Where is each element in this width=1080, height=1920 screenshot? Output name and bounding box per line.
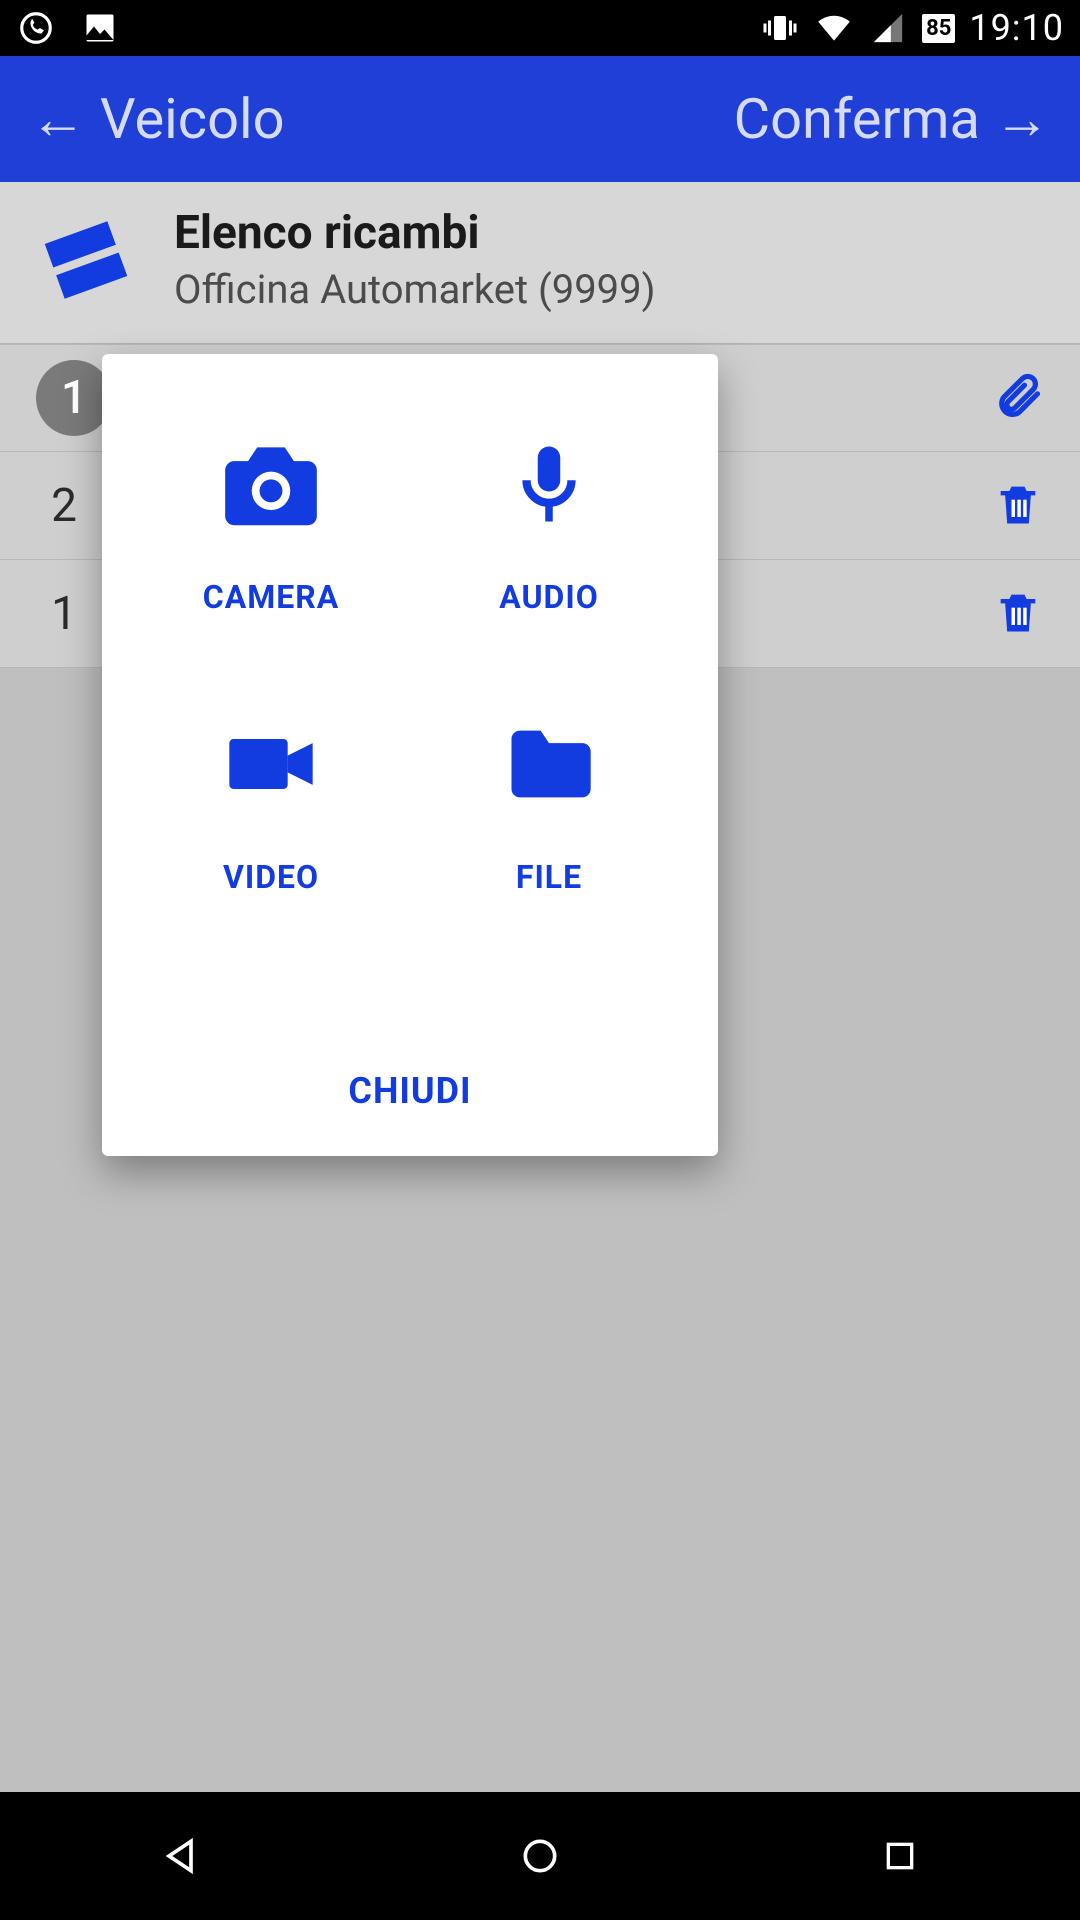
arrow-left-icon: ← xyxy=(30,91,86,147)
vibrate-icon xyxy=(760,8,800,48)
picture-icon xyxy=(80,8,120,48)
forward-label: Conferma xyxy=(734,86,980,152)
tile-label: VIDEO xyxy=(223,858,319,896)
video-icon xyxy=(211,704,331,824)
back-label: Veicolo xyxy=(100,86,285,152)
audio-tile[interactable]: AUDIO xyxy=(420,424,678,644)
section-head: Elenco ricambi Officina Automarket (9999… xyxy=(0,182,1080,344)
wifi-icon xyxy=(814,8,854,48)
microphone-icon xyxy=(489,424,609,544)
row-number: 2 xyxy=(36,479,92,533)
tile-label: AUDIO xyxy=(499,578,599,616)
nav-recent-button[interactable] xyxy=(868,1824,932,1888)
arrow-right-icon: → xyxy=(994,91,1050,147)
nav-back-button[interactable] xyxy=(148,1824,212,1888)
tile-label: CAMERA xyxy=(203,578,339,616)
attach-button[interactable] xyxy=(992,370,1044,426)
forward-button[interactable]: Conferma → xyxy=(734,86,1050,152)
clock: 19:10 xyxy=(969,7,1064,49)
close-button[interactable]: CHIUDI xyxy=(142,1030,678,1156)
video-tile[interactable]: VIDEO xyxy=(142,704,400,924)
camera-icon xyxy=(211,424,331,544)
nav-home-button[interactable] xyxy=(508,1824,572,1888)
section-subtitle: Officina Automarket (9999) xyxy=(174,266,656,313)
delete-button[interactable] xyxy=(992,478,1044,534)
camera-tile[interactable]: CAMERA xyxy=(142,424,400,644)
attachment-modal: CAMERA AUDIO VIDEO FILE CHIUDI xyxy=(102,354,718,1156)
back-button[interactable]: ← Veicolo xyxy=(30,86,285,152)
tile-label: FILE xyxy=(516,858,582,896)
cellular-icon xyxy=(868,8,908,48)
file-tile[interactable]: FILE xyxy=(420,704,678,924)
app-header: ← Veicolo Conferma → xyxy=(0,56,1080,182)
battery-level: 85 xyxy=(922,14,955,43)
row-number: 1 xyxy=(36,587,92,641)
count-badge: 1 xyxy=(36,360,112,436)
app-logo-icon xyxy=(34,208,138,312)
status-bar: 85 19:10 xyxy=(0,0,1080,56)
folder-icon xyxy=(489,704,609,824)
section-title: Elenco ricambi xyxy=(174,206,656,260)
delete-button[interactable] xyxy=(992,586,1044,642)
navigation-bar xyxy=(0,1792,1080,1920)
whatsapp-icon xyxy=(16,8,56,48)
